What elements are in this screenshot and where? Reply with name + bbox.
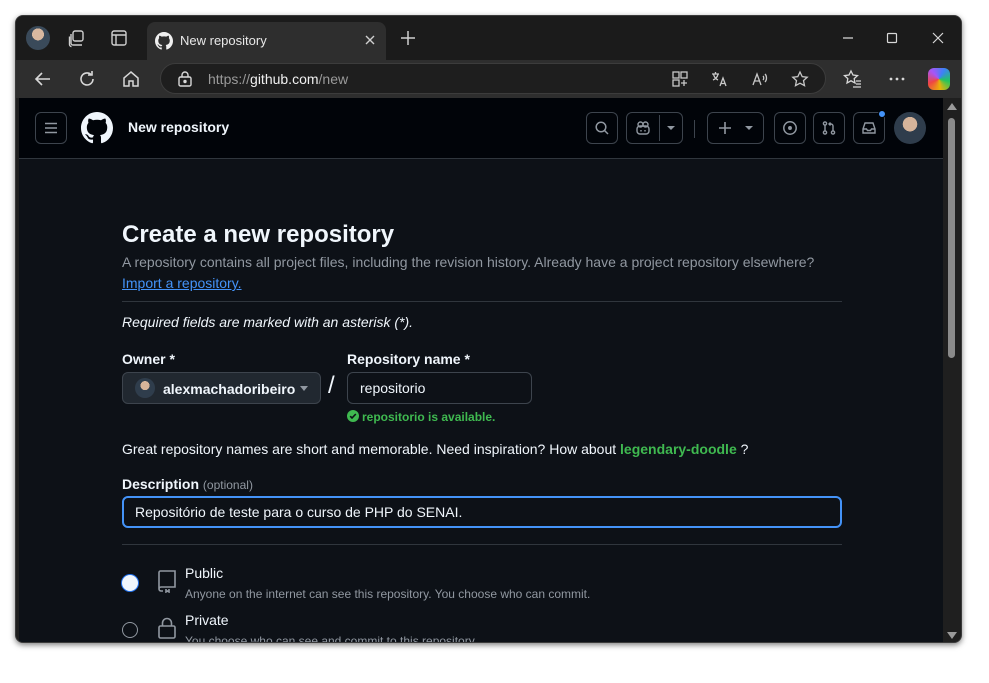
site-lock-icon[interactable] (177, 70, 193, 88)
copilot-icon[interactable] (928, 68, 950, 90)
notification-indicator (878, 110, 886, 118)
public-title: Public (185, 565, 224, 581)
copilot-button[interactable] (626, 112, 683, 144)
app-available-icon[interactable] (671, 70, 689, 88)
description-label: Description (optional) (122, 476, 253, 492)
create-new-button[interactable] (707, 112, 764, 144)
name-inspiration: Great repository names are short and mem… (122, 441, 749, 457)
url-text: https://github.com/new (208, 71, 349, 87)
url-bar[interactable]: https://github.com/new (160, 63, 826, 94)
search-icon (595, 121, 609, 135)
translate-icon[interactable] (710, 70, 728, 88)
page-title: Create a new repository (122, 221, 395, 248)
tab-bar: New repository (16, 16, 961, 60)
tab-title: New repository (180, 33, 267, 48)
private-description: You choose who can see and commit to thi… (185, 634, 478, 643)
repository-name-label: Repository name * (347, 351, 470, 367)
import-repository-link[interactable]: Import a repository. (122, 275, 242, 291)
owner-select[interactable]: alexmachadoribeiro (122, 372, 321, 404)
plus-icon (719, 122, 731, 134)
required-note: Required fields are marked with an aster… (122, 314, 414, 330)
pull-requests-button[interactable] (813, 112, 845, 144)
tab-actions-icon[interactable] (109, 28, 129, 48)
back-icon[interactable] (33, 69, 53, 89)
repository-name-input[interactable] (347, 372, 532, 404)
section-divider (122, 544, 842, 545)
pull-request-icon (822, 121, 836, 135)
minimize-icon[interactable] (838, 28, 858, 48)
description-input[interactable] (122, 496, 842, 528)
browser-window: New repository https://github.com/new Ne… (15, 15, 962, 643)
context-title[interactable]: New repository (128, 119, 229, 135)
suggested-name[interactable]: legendary-doodle (620, 441, 737, 457)
search-button[interactable] (586, 112, 618, 144)
inbox-icon (862, 122, 876, 134)
github-tab-icon (155, 32, 173, 50)
maximize-icon[interactable] (882, 28, 902, 48)
user-avatar[interactable] (894, 112, 926, 144)
hamburger-icon (45, 122, 57, 134)
tab-new-repository[interactable]: New repository (147, 22, 386, 60)
availability-message: repositorio is available. (347, 410, 495, 424)
private-title: Private (185, 612, 229, 628)
favorite-star-icon[interactable] (791, 70, 809, 88)
scrollbar-thumb[interactable] (948, 118, 955, 358)
private-radio[interactable] (122, 622, 138, 638)
repo-icon (156, 569, 178, 594)
scroll-up-icon[interactable] (947, 103, 957, 110)
workspaces-icon[interactable] (67, 28, 87, 48)
close-tab-icon[interactable] (362, 32, 378, 48)
triangle-down-icon (300, 386, 308, 391)
more-options-icon[interactable] (887, 69, 907, 89)
refresh-icon[interactable] (77, 69, 97, 89)
page-scrollbar[interactable] (943, 98, 960, 642)
github-page: New repository Create a new repository A… (19, 98, 943, 643)
issues-button[interactable] (774, 112, 806, 144)
home-icon[interactable] (121, 69, 141, 89)
section-divider (122, 301, 842, 302)
close-window-icon[interactable] (928, 28, 948, 48)
optional-tag: (optional) (202, 478, 253, 492)
header-divider (694, 120, 695, 138)
menu-button[interactable] (35, 112, 67, 144)
check-circle-icon (347, 410, 359, 422)
owner-avatar (135, 378, 155, 398)
chevron-down-icon (745, 126, 753, 130)
page-subtitle: A repository contains all project files,… (122, 254, 815, 270)
owner-label: Owner * (122, 351, 175, 367)
owner-name: alexmachadoribeiro (163, 381, 296, 397)
lock-icon (156, 616, 178, 640)
github-logo-icon[interactable] (81, 112, 113, 144)
copilot-logo-icon (636, 121, 650, 135)
owner-repo-separator: / (328, 372, 335, 399)
profile-avatar[interactable] (26, 26, 50, 50)
address-bar: https://github.com/new (16, 60, 961, 98)
public-radio[interactable] (122, 575, 138, 591)
scroll-down-icon[interactable] (947, 632, 957, 639)
issue-icon (783, 121, 797, 135)
public-description: Anyone on the internet can see this repo… (185, 587, 591, 601)
github-header: New repository (19, 98, 943, 159)
read-aloud-icon[interactable] (751, 70, 769, 88)
favorites-icon[interactable] (843, 69, 863, 89)
chevron-down-icon (667, 126, 675, 130)
new-tab-icon[interactable] (398, 28, 418, 48)
